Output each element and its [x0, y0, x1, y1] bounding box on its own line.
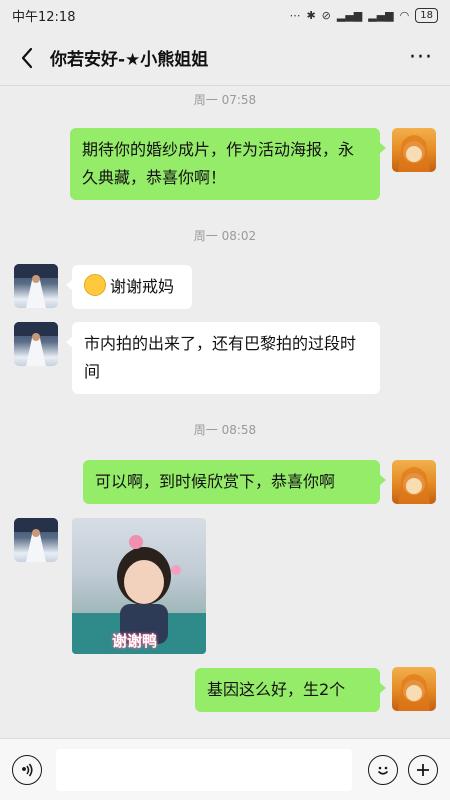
- message-bubble-sent[interactable]: 期待你的婚纱成片，作为活动海报，永久典藏，恭喜你啊！: [70, 128, 386, 200]
- timestamp: 周一 07:58: [193, 93, 257, 107]
- chat-area[interactable]: 周一 07:58 期待你的婚纱成片，作为活动海报，永久典藏，恭喜你啊！ 周一 0…: [0, 86, 450, 738]
- avatar[interactable]: [14, 322, 58, 366]
- bluetooth-icon: ✱: [306, 8, 316, 22]
- message-bubble-sent[interactable]: 可以啊，到时候欣赏下，恭喜你啊: [83, 460, 386, 504]
- wifi-icon: ◠: [399, 8, 410, 22]
- chat-header: 你若安好-★小熊姐姐 ···: [0, 30, 450, 86]
- hd-signal-icon: ▂▄▆: [336, 8, 363, 22]
- status-bar: 中午12:18 ⋯ ✱ ⊘ ▂▄▆ ▂▄▆ ◠ 18: [0, 0, 450, 30]
- status-icons: ⋯ ✱ ⊘ ▂▄▆ ▂▄▆ ◠ 18: [289, 7, 438, 23]
- image-message[interactable]: 谢谢鸭: [72, 518, 206, 654]
- back-icon[interactable]: [14, 45, 40, 71]
- avatar[interactable]: [14, 264, 58, 308]
- battery-level: 18: [420, 9, 433, 21]
- avatar[interactable]: [14, 518, 58, 562]
- sticker-text: 谢谢鸭: [112, 632, 158, 650]
- message-input[interactable]: [56, 748, 352, 791]
- add-icon[interactable]: [408, 754, 438, 785]
- message-text: 谢谢戒妈: [110, 277, 175, 296]
- input-bar: [0, 738, 450, 800]
- chat-title: 你若安好-★小熊姐姐: [50, 50, 209, 70]
- message-bubble-sent[interactable]: 基因这么好，生2个: [195, 668, 386, 712]
- mute-icon: ⊘: [321, 8, 331, 22]
- timestamp: 周一 08:58: [193, 423, 257, 437]
- dots-icon: ⋯: [289, 8, 301, 22]
- message-bubble-received[interactable]: 市内拍的出来了，还有巴黎拍的过段时间: [66, 322, 380, 394]
- message-bubble-received[interactable]: 谢谢戒妈: [66, 265, 192, 309]
- signal-icon: ▂▄▆: [368, 8, 394, 22]
- voice-icon[interactable]: [12, 754, 42, 785]
- emoji-icon[interactable]: [368, 754, 398, 785]
- status-time: 中午12:18: [12, 9, 76, 25]
- battery-icon: 18: [415, 7, 438, 23]
- grin-emoji-icon: [84, 274, 106, 296]
- timestamp: 周一 08:02: [193, 229, 257, 243]
- avatar[interactable]: [392, 667, 436, 711]
- avatar[interactable]: [392, 128, 436, 172]
- more-icon[interactable]: ···: [406, 45, 436, 70]
- avatar[interactable]: [392, 460, 436, 504]
